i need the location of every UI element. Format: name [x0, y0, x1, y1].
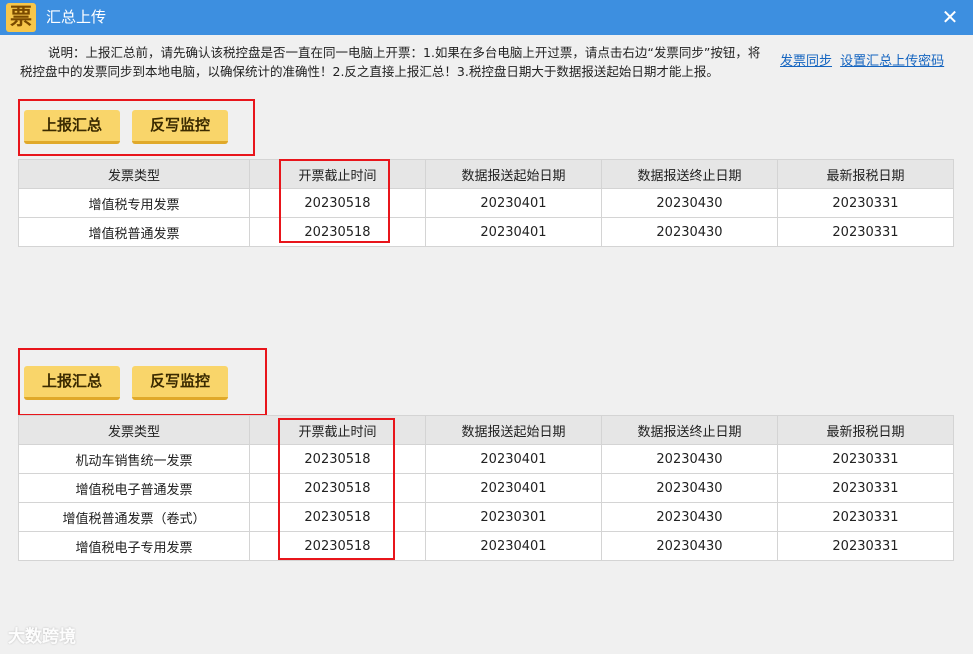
invoice-type-cell: 增值税电子专用发票: [18, 531, 250, 561]
title-bar: 票 汇总上传 ✕: [0, 0, 973, 35]
report-start-date-cell: 20230401: [425, 188, 602, 218]
table-row[interactable]: 增值税电子专用发票 20230518 20230401 20230430 202…: [18, 531, 954, 561]
report-end-date-cell: 20230430: [601, 502, 778, 532]
invoice-table: 发票类型 开票截止时间 数据报送起始日期 数据报送终止日期 最新报税日期 机动车…: [18, 415, 954, 561]
latest-tax-date-cell: 20230331: [777, 217, 954, 247]
latest-tax-date-cell: 20230331: [777, 531, 954, 561]
report-start-date-cell: 20230401: [425, 444, 602, 474]
instructions-text: 说明：上报汇总前，请先确认该税控盘是否一直在同一电脑上开票：1.如果在多台电脑上…: [20, 45, 761, 79]
report-start-date-cell: 20230401: [425, 217, 602, 247]
report-summary-button[interactable]: 上报汇总: [24, 366, 120, 400]
column-header: 数据报送起始日期: [425, 415, 602, 445]
report-summary-button[interactable]: 上报汇总: [24, 110, 120, 144]
issue-deadline-cell: 20230518: [249, 217, 426, 247]
report-start-date-cell: 20230301: [425, 502, 602, 532]
column-header: 发票类型: [18, 159, 250, 189]
set-upload-password-link[interactable]: 设置汇总上传密码: [840, 54, 944, 69]
report-end-date-cell: 20230430: [601, 188, 778, 218]
column-header: 开票截止时间: [249, 159, 426, 189]
invoice-type-cell: 增值税电子普通发票: [18, 473, 250, 503]
table-header-row: 发票类型 开票截止时间 数据报送起始日期 数据报送终止日期 最新报税日期: [18, 159, 954, 189]
invoice-app-icon: 票: [6, 3, 36, 32]
table-row[interactable]: 增值税电子普通发票 20230518 20230401 20230430 202…: [18, 473, 954, 503]
report-end-date-cell: 20230430: [601, 444, 778, 474]
latest-tax-date-cell: 20230331: [777, 188, 954, 218]
column-header: 最新报税日期: [777, 415, 954, 445]
writeback-monitor-button[interactable]: 反写监控: [132, 366, 228, 400]
close-icon[interactable]: ✕: [935, 0, 965, 35]
latest-tax-date-cell: 20230331: [777, 502, 954, 532]
column-header: 数据报送终止日期: [601, 159, 778, 189]
invoice-type-cell: 机动车销售统一发票: [18, 444, 250, 474]
issue-deadline-cell: 20230518: [249, 444, 426, 474]
column-header: 开票截止时间: [249, 415, 426, 445]
report-end-date-cell: 20230430: [601, 473, 778, 503]
latest-tax-date-cell: 20230331: [777, 473, 954, 503]
report-end-date-cell: 20230430: [601, 217, 778, 247]
issue-deadline-cell: 20230518: [249, 188, 426, 218]
watermark-logo: 大数跨境: [8, 627, 76, 647]
table-row[interactable]: 机动车销售统一发票 20230518 20230401 20230430 202…: [18, 444, 954, 474]
column-header: 发票类型: [18, 415, 250, 445]
table-header-row: 发票类型 开票截止时间 数据报送起始日期 数据报送终止日期 最新报税日期: [18, 415, 954, 445]
column-header: 数据报送终止日期: [601, 415, 778, 445]
report-start-date-cell: 20230401: [425, 531, 602, 561]
header-links: 发票同步 设置汇总上传密码: [780, 50, 948, 69]
invoice-table: 发票类型 开票截止时间 数据报送起始日期 数据报送终止日期 最新报税日期 增值税…: [18, 159, 954, 247]
report-end-date-cell: 20230430: [601, 531, 778, 561]
window-title: 汇总上传: [46, 8, 107, 26]
latest-tax-date-cell: 20230331: [777, 444, 954, 474]
column-header: 数据报送起始日期: [425, 159, 602, 189]
table-row[interactable]: 增值税普通发票 20230518 20230401 20230430 20230…: [18, 217, 954, 247]
table-row[interactable]: 增值税专用发票 20230518 20230401 20230430 20230…: [18, 188, 954, 218]
table-row[interactable]: 增值税普通发票（卷式） 20230518 20230301 20230430 2…: [18, 502, 954, 532]
invoice-sync-link[interactable]: 发票同步: [780, 54, 832, 69]
invoice-type-cell: 增值税普通发票: [18, 217, 250, 247]
writeback-monitor-button[interactable]: 反写监控: [132, 110, 228, 144]
issue-deadline-cell: 20230518: [249, 531, 426, 561]
issue-deadline-cell: 20230518: [249, 502, 426, 532]
column-header: 最新报税日期: [777, 159, 954, 189]
report-start-date-cell: 20230401: [425, 473, 602, 503]
issue-deadline-cell: 20230518: [249, 473, 426, 503]
invoice-type-cell: 增值税普通发票（卷式）: [18, 502, 250, 532]
summary-upload-window: 票 汇总上传 ✕ 说明：上报汇总前，请先确认该税控盘是否一直在同一电脑上开票：1…: [0, 0, 973, 654]
invoice-type-cell: 增值税专用发票: [18, 188, 250, 218]
